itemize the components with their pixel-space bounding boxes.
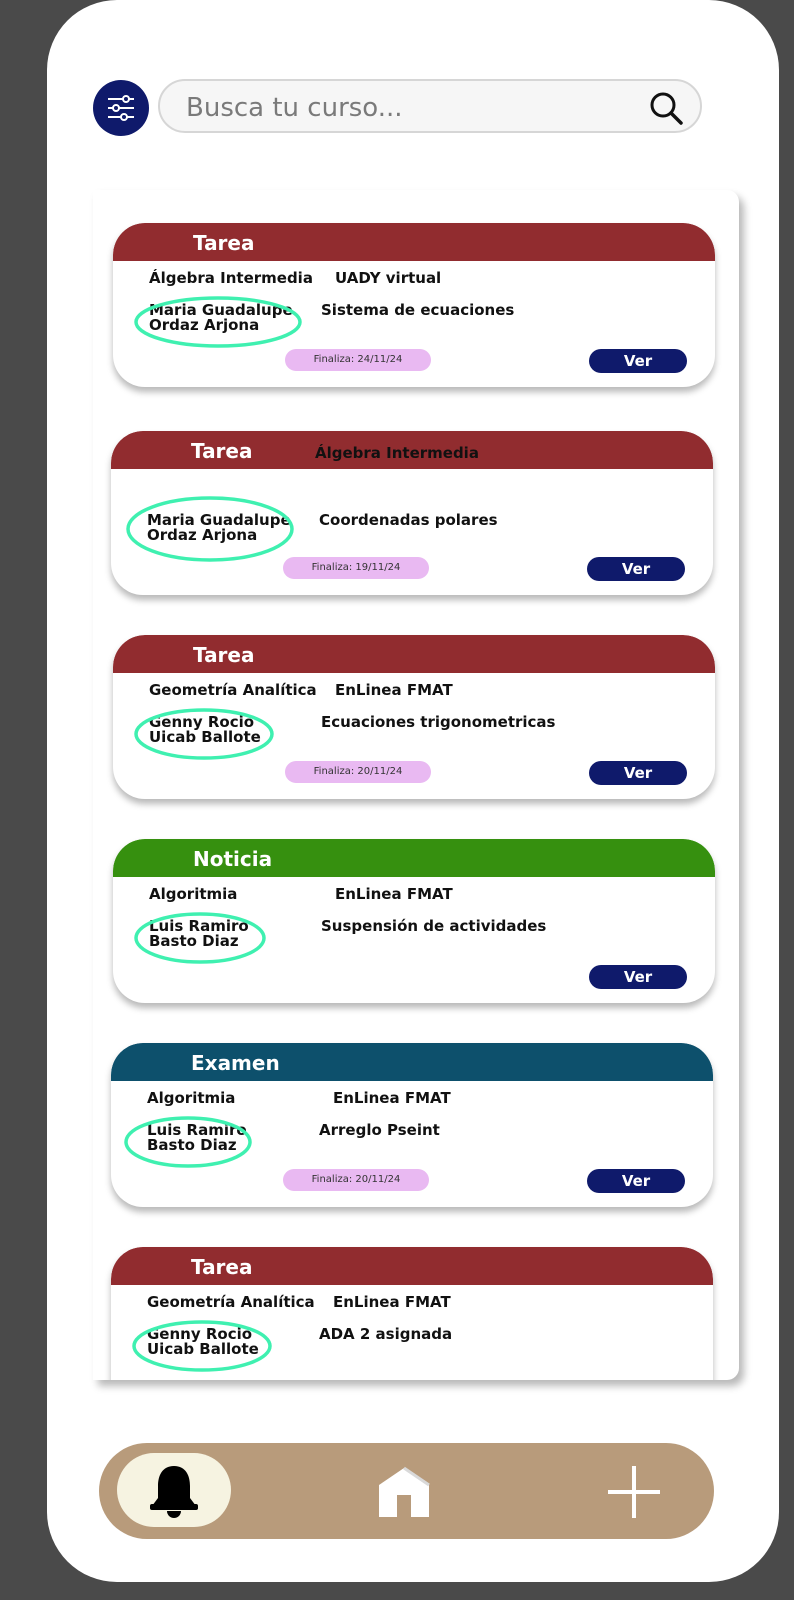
teacher-name: Maria Guadalupe Ordaz Arjona (149, 303, 293, 333)
card-tarea: Tarea Álgebra Intermedia Maria Guadalupe O… (111, 431, 713, 595)
view-button[interactable]: Ver (589, 965, 687, 989)
course-name: Algoritmia (147, 1089, 236, 1107)
view-button[interactable]: Ver (587, 557, 685, 581)
card-type-header: Tarea Álgebra Intermedia (111, 431, 713, 469)
bell-icon (150, 1466, 198, 1518)
card-type-header: Examen (111, 1043, 713, 1081)
nav-home[interactable] (369, 1457, 439, 1527)
deadline-badge: Finaliza: 19/11/24 (283, 557, 429, 579)
view-button[interactable]: Ver (589, 761, 687, 785)
course-name: Algoritmia (149, 885, 238, 903)
notification-feed[interactable]: Tarea Álgebra Intermedia UADY virtual Ma… (93, 190, 739, 1380)
card-examen: Examen Algoritmia EnLinea FMAT Luis Rami… (111, 1043, 713, 1207)
teacher-second-line: Uicab Ballote (147, 1340, 259, 1358)
plus-icon (608, 1466, 660, 1518)
teacher-name: Genny Rocio Uicab Ballote (147, 1327, 259, 1357)
teacher-second-line: Basto Diaz (149, 932, 239, 950)
card-tarea: Tarea Geometría Analítica EnLinea FMAT G… (111, 1247, 713, 1380)
filter-menu-button[interactable] (93, 80, 149, 136)
nav-add[interactable] (599, 1457, 669, 1527)
search-icon[interactable] (648, 90, 684, 130)
platform-name: EnLinea FMAT (335, 681, 453, 699)
view-button[interactable]: Ver (589, 349, 687, 373)
assignment-title: Coordenadas polares (319, 511, 498, 529)
sliders-icon (108, 95, 134, 121)
home-icon (379, 1466, 430, 1517)
bottom-navigation (99, 1443, 714, 1539)
teacher-second-line: Ordaz Arjona (149, 316, 260, 334)
teacher-name: Luis Ramiro Basto Diaz (149, 919, 249, 949)
card-type-header: Tarea (113, 223, 715, 261)
platform-name: EnLinea FMAT (333, 1293, 451, 1311)
card-type-header: Tarea (113, 635, 715, 673)
assignment-title: Ecuaciones trigonometricas (321, 713, 556, 731)
nav-notifications[interactable] (117, 1453, 231, 1527)
news-title: Suspensión de actividades (321, 917, 547, 935)
search-bar (158, 79, 702, 133)
teacher-second-line: Uicab Ballote (149, 728, 261, 746)
deadline-badge: Finaliza: 24/11/24 (285, 349, 431, 371)
phone-screen: Tarea Álgebra Intermedia UADY virtual Ma… (47, 0, 779, 1582)
teacher-name: Maria Guadalupe Ordaz Arjona (147, 513, 291, 543)
teacher-second-line: Basto Diaz (147, 1136, 237, 1154)
deadline-badge: Finaliza: 20/11/24 (283, 1169, 429, 1191)
view-button[interactable]: Ver (587, 1169, 685, 1193)
platform-name: EnLinea FMAT (335, 885, 453, 903)
platform-name: EnLinea FMAT (333, 1089, 451, 1107)
course-name: Álgebra Intermedia (149, 269, 313, 287)
course-name: Geometría Analítica (147, 1293, 315, 1311)
platform-name: UADY virtual (335, 269, 442, 287)
card-noticia: Noticia Algoritmia EnLinea FMAT Luis Ram… (113, 839, 715, 1003)
card-type-label: Tarea (191, 439, 253, 463)
search-input[interactable] (184, 89, 628, 127)
teacher-name: Genny Rocio Uicab Ballote (149, 715, 261, 745)
course-name: Álgebra Intermedia (315, 444, 479, 462)
teacher-second-line: Ordaz Arjona (147, 526, 258, 544)
card-type-header: Noticia (113, 839, 715, 877)
deadline-badge: Finaliza: 20/11/24 (285, 761, 431, 783)
card-tarea: Tarea Álgebra Intermedia UADY virtual Ma… (113, 223, 715, 387)
assignment-title: ADA 2 asignada (319, 1325, 453, 1343)
assignment-title: Sistema de ecuaciones (321, 301, 515, 319)
exam-title: Arreglo Pseint (319, 1121, 440, 1139)
card-type-header: Tarea (111, 1247, 713, 1285)
course-name: Geometría Analítica (149, 681, 317, 699)
card-tarea: Tarea Geometría Analítica EnLinea FMAT G… (113, 635, 715, 799)
teacher-name: Luis Ramiro Basto Diaz (147, 1123, 247, 1153)
